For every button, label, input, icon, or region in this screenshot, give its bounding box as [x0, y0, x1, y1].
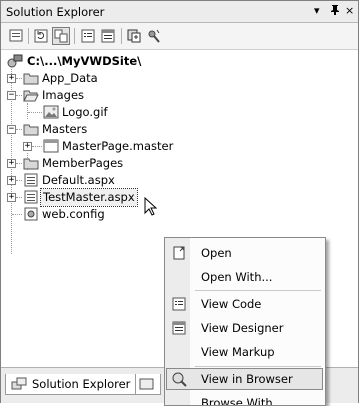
menu-item-open-with[interactable]: Open With... — [166, 266, 323, 288]
image-file-icon — [43, 105, 59, 119]
tree-item-label: TestMaster.aspx — [40, 188, 138, 207]
menu-item-view-markup[interactable]: View Markup — [166, 341, 323, 363]
menu-item-browse-with[interactable]: Browse With... — [166, 392, 323, 406]
tab-solution-explorer[interactable]: Solution Explorer — [5, 374, 138, 395]
panel-title: Solution Explorer — [6, 5, 105, 19]
tree-item-label: MemberPages — [42, 156, 124, 170]
tree-item-label: App_Data — [42, 71, 98, 85]
toolbar-separator — [121, 28, 122, 44]
menu-item-label: View Markup — [201, 345, 275, 359]
close-icon[interactable]: × — [345, 4, 354, 17]
tree-item-label: Masters — [42, 122, 88, 136]
collapse-icon[interactable]: − — [7, 125, 16, 134]
tree-item-label: MasterPage.master — [62, 139, 174, 153]
menu-separator — [195, 290, 321, 291]
tree-item-label: Default.aspx — [42, 173, 115, 187]
view-designer-icon — [172, 321, 186, 335]
nest-related-files-button-icon[interactable] — [52, 27, 70, 45]
expand-icon[interactable]: + — [7, 74, 16, 83]
folder-icon — [23, 122, 39, 136]
tab-label: Solution Explorer — [32, 377, 131, 391]
toolbar — [1, 23, 358, 50]
folder-icon — [23, 156, 39, 170]
title-bar: Solution Explorer ▾ × — [1, 1, 358, 23]
menu-item-view-designer[interactable]: View Designer — [166, 317, 323, 339]
context-menu: Open Open With... View Code View Designe… — [164, 237, 326, 406]
menu-item-label: Open — [201, 246, 232, 260]
menu-item-label: Browse With... — [201, 396, 284, 406]
expand-icon[interactable]: + — [7, 193, 16, 202]
folder-icon — [23, 71, 39, 85]
menu-item-label: View in Browser — [201, 372, 293, 386]
mouse-cursor-icon — [144, 197, 158, 216]
toolbar-separator — [28, 28, 29, 44]
tree-root-label: C:\...\MyVWDSite\ — [27, 54, 142, 68]
copy-web-site-button-icon[interactable] — [125, 27, 143, 45]
view-code-icon — [172, 297, 186, 311]
expand-icon[interactable]: + — [7, 176, 16, 185]
toolbar-separator — [74, 28, 75, 44]
view-code-button-icon[interactable] — [79, 27, 97, 45]
aspx-file-icon — [23, 173, 39, 187]
view-in-browser-icon — [172, 372, 187, 387]
properties-button-icon[interactable] — [7, 27, 25, 45]
config-file-icon — [23, 207, 39, 221]
open-file-icon — [173, 246, 185, 260]
refresh-button-icon[interactable] — [32, 27, 50, 45]
window-position-dropdown-icon[interactable]: ▾ — [314, 4, 320, 17]
menu-item-label: View Designer — [201, 321, 284, 335]
master-page-file-icon — [43, 139, 59, 153]
tree-item-label: Logo.gif — [62, 105, 108, 119]
collapse-icon[interactable]: − — [7, 91, 16, 100]
menu-item-label: View Code — [201, 297, 262, 311]
view-designer-button-icon[interactable] — [99, 27, 117, 45]
menu-item-label: Open With... — [201, 270, 273, 284]
expand-icon[interactable]: + — [23, 142, 32, 151]
expand-icon[interactable]: + — [7, 159, 16, 168]
menu-item-open[interactable]: Open — [166, 242, 323, 264]
solution-explorer-panel: Solution Explorer ▾ × C:\...\MyVWDSite\ … — [0, 0, 359, 406]
tree-item-label: Images — [42, 88, 85, 102]
asp-net-configuration-button-icon[interactable] — [145, 27, 163, 45]
menu-item-view-code[interactable]: View Code — [166, 293, 323, 315]
solution-explorer-icon — [11, 377, 27, 390]
auto-hide-pin-icon[interactable] — [330, 4, 340, 19]
open-folder-icon — [23, 88, 39, 102]
class-view-icon — [139, 378, 154, 390]
web-site-icon — [7, 54, 23, 68]
tab-other[interactable] — [135, 374, 161, 395]
tree-item-label: web.config — [42, 207, 105, 221]
menu-item-view-in-browser[interactable]: View in Browser — [166, 368, 323, 390]
aspx-file-icon — [23, 190, 39, 204]
menu-separator — [195, 366, 321, 367]
